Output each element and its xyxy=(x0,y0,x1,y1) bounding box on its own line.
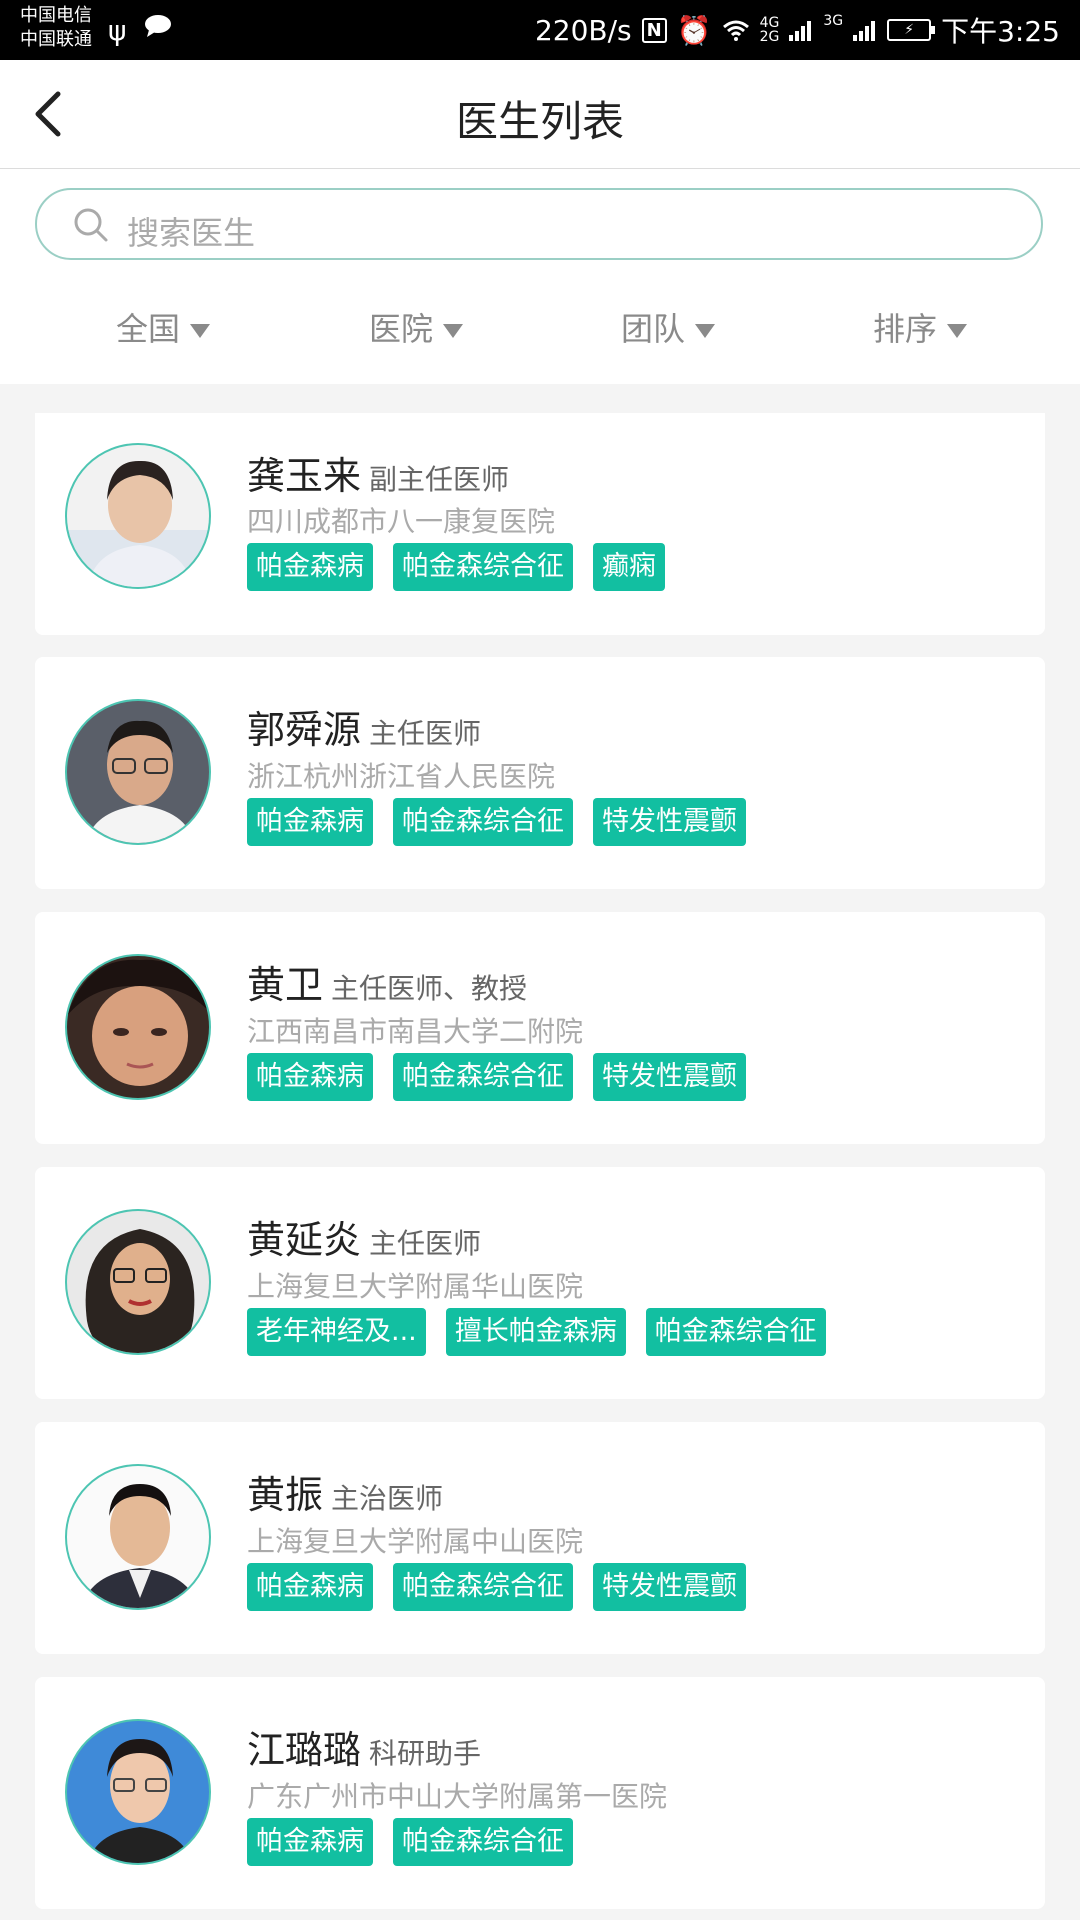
doctor-hospital: 江西南昌市南昌大学二附院 xyxy=(247,1015,584,1048)
specialty-tags: 帕金森病 帕金森综合征 癫痫 xyxy=(247,543,665,591)
search-input[interactable]: 搜索医生 xyxy=(35,188,1043,260)
doctor-title: 副主任医师 xyxy=(369,463,510,496)
doctor-avatar xyxy=(65,1209,211,1355)
doctor-name: 江璐璐 xyxy=(247,1728,362,1772)
specialty-tag: 老年神经及... xyxy=(247,1308,426,1356)
carrier-labels: 中国电信 中国联通 xyxy=(20,4,92,52)
avatar-photo xyxy=(67,959,209,1086)
avatar-photo xyxy=(87,460,193,587)
filter-region[interactable]: 全国 xyxy=(63,299,263,359)
usb-icon: ψ xyxy=(108,14,127,47)
doctor-name: 黄延炎 xyxy=(247,1218,362,1262)
alarm-icon: ⏰ xyxy=(676,13,712,47)
doctor-avatar xyxy=(65,443,211,589)
specialty-tag: 帕金森病 xyxy=(247,543,373,591)
doctor-card[interactable]: 黄延炎 主任医师 上海复旦大学附属华山医院 老年神经及... 擅长帕金森病 帕金森… xyxy=(35,1167,1045,1399)
doctor-title: 科研助手 xyxy=(369,1737,482,1770)
specialty-tag: 帕金森综合征 xyxy=(393,1818,573,1866)
search-icon xyxy=(74,208,108,242)
dropdown-triangle-icon xyxy=(695,324,715,338)
chat-bubble-icon xyxy=(145,15,171,37)
doctor-card[interactable]: 黄振 主治医师 上海复旦大学附属中山医院 帕金森病 帕金森综合征 特发性震颤 xyxy=(35,1422,1045,1654)
doctor-title: 主治医师 xyxy=(331,1482,444,1515)
network-type-3g: 3G xyxy=(823,13,844,29)
avatar-photo xyxy=(88,1739,192,1863)
doctor-avatar xyxy=(65,954,211,1100)
doctor-avatar xyxy=(65,699,211,845)
search-placeholder: 搜索医生 xyxy=(127,214,256,252)
doctor-name: 黄振 xyxy=(247,1473,324,1517)
specialty-tag: 特发性震颤 xyxy=(593,1053,746,1101)
avatar-photo xyxy=(85,1229,195,1353)
specialty-tags: 帕金森病 帕金森综合征 特发性震颤 xyxy=(247,1053,746,1101)
doctor-name-line: 黄卫 主任医师、教授 xyxy=(247,954,527,1009)
battery-charging-icon: ⚡ xyxy=(887,19,936,41)
status-right: 220B/s N ⏰ 4G 2G 3G ⚡ 下午3:25 xyxy=(535,0,1060,60)
specialty-tag: 帕金森病 xyxy=(247,798,373,846)
specialty-tag: 特发性震颤 xyxy=(593,1563,746,1611)
doctor-hospital: 上海复旦大学附属中山医院 xyxy=(247,1525,584,1558)
doctor-title: 主任医师、教授 xyxy=(331,972,528,1005)
avatar-photo xyxy=(85,720,195,843)
doctor-avatar xyxy=(65,1464,211,1610)
doctor-name-line: 黄振 主治医师 xyxy=(247,1464,443,1519)
doctor-name: 黄卫 xyxy=(247,963,324,1007)
filter-team[interactable]: 团队 xyxy=(568,299,768,359)
filter-bar: 全国 医院 团队 排序 xyxy=(0,299,1080,359)
navigation-header: 医生列表 xyxy=(0,60,1080,169)
specialty-tag: 特发性震颤 xyxy=(593,798,746,846)
wifi-icon xyxy=(722,20,749,41)
specialty-tag: 帕金森综合征 xyxy=(393,1053,573,1101)
doctor-card[interactable]: 龚玉来 副主任医师 四川成都市八一康复医院 帕金森病 帕金森综合征 癫痫 xyxy=(35,413,1045,635)
dropdown-triangle-icon xyxy=(443,324,463,338)
doctor-hospital: 四川成都市八一康复医院 xyxy=(247,505,556,538)
carrier-2: 中国联通 xyxy=(20,29,92,50)
clock: 下午3:25 xyxy=(941,15,1060,48)
status-bar: 中国电信 中国联通 ψ 220B/s N ⏰ 4G 2G 3G ⚡ 下午3:25 xyxy=(0,0,1080,60)
network-type-4g-2g: 4G 2G xyxy=(759,15,780,45)
doctor-name-line: 江璐璐 科研助手 xyxy=(247,1719,481,1774)
doctor-name-line: 龚玉来 副主任医师 xyxy=(247,445,509,500)
doctor-card[interactable]: 黄卫 主任医师、教授 江西南昌市南昌大学二附院 帕金森病 帕金森综合征 特发性震颤 xyxy=(35,912,1045,1144)
specialty-tag: 帕金森综合征 xyxy=(645,1308,826,1356)
doctor-card[interactable]: 郭舜源 主任医师 浙江杭州浙江省人民医院 帕金森病 帕金森综合征 特发性震颤 xyxy=(35,657,1045,889)
specialty-tags: 帕金森病 帕金森综合征 特发性震颤 xyxy=(247,1563,746,1611)
specialty-tag: 帕金森病 xyxy=(247,1818,373,1866)
specialty-tags: 帕金森病 帕金森综合征 xyxy=(247,1818,573,1866)
specialty-tag: 帕金森综合征 xyxy=(393,1563,573,1611)
avatar-photo xyxy=(81,1484,199,1608)
doctor-avatar xyxy=(65,1719,211,1865)
filter-hospital[interactable]: 医院 xyxy=(316,299,516,359)
doctor-card[interactable]: 江璐璐 科研助手 广东广州市中山大学附属第一医院 帕金森病 帕金森综合征 xyxy=(35,1677,1045,1909)
signal-icon-2 xyxy=(853,21,876,41)
doctor-hospital: 浙江杭州浙江省人民医院 xyxy=(247,760,556,793)
signal-icon-1 xyxy=(789,21,812,41)
doctor-title: 主任医师 xyxy=(369,1227,482,1260)
specialty-tag: 帕金森综合征 xyxy=(393,798,573,846)
doctor-name: 郭舜源 xyxy=(247,708,362,752)
specialty-tag: 帕金森病 xyxy=(247,1563,373,1611)
specialty-tag: 帕金森综合征 xyxy=(393,543,573,591)
search-filter-area: 搜索医生 全国 医院 团队 排序 xyxy=(0,169,1080,384)
dropdown-triangle-icon xyxy=(947,324,967,338)
network-speed: 220B/s xyxy=(534,13,632,47)
dropdown-triangle-icon xyxy=(190,324,210,338)
specialty-tag: 擅长帕金森病 xyxy=(445,1308,626,1356)
doctor-name: 龚玉来 xyxy=(247,454,362,498)
doctor-hospital: 广东广州市中山大学附属第一医院 xyxy=(247,1780,668,1813)
doctor-hospital: 上海复旦大学附属华山医院 xyxy=(247,1270,584,1303)
specialty-tag: 帕金森病 xyxy=(247,1053,373,1101)
specialty-tag: 癫痫 xyxy=(593,543,665,591)
carrier-1: 中国电信 xyxy=(20,5,92,26)
doctor-name-line: 黄延炎 主任医师 xyxy=(247,1209,481,1264)
specialty-tags: 帕金森病 帕金森综合征 特发性震颤 xyxy=(247,798,746,846)
specialty-tags: 老年神经及... 擅长帕金森病 帕金森综合征 xyxy=(247,1308,826,1356)
nfc-icon: N xyxy=(641,17,667,43)
filter-sort[interactable]: 排序 xyxy=(820,299,1020,359)
doctor-name-line: 郭舜源 主任医师 xyxy=(247,699,481,754)
page-title: 医生列表 xyxy=(455,97,624,146)
doctor-title: 主任医师 xyxy=(369,717,482,750)
